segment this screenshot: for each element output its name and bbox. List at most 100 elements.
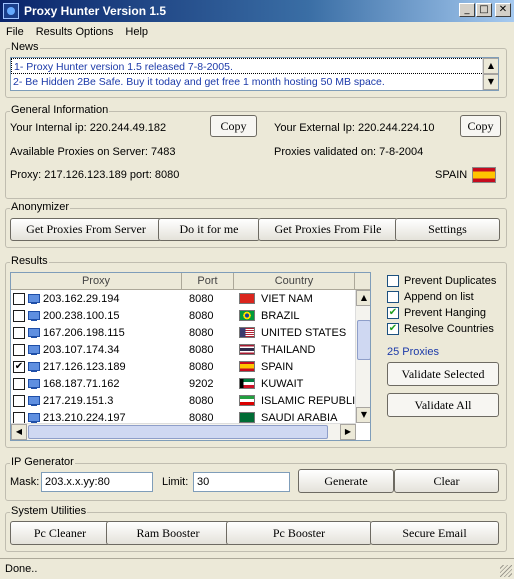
prevent-hanging-checkbox[interactable]: ✔ [387,307,399,319]
menu-help[interactable]: Help [119,26,154,38]
flag-icon [239,412,255,424]
append-on-list-label: Append on list [404,291,474,303]
proxy-port: 8080 [189,292,214,305]
copy-external-ip-button[interactable]: Copy [460,115,501,137]
column-port[interactable]: Port [182,273,234,289]
prevent-duplicates-label: Prevent Duplicates [404,275,497,287]
minimize-button[interactable]: _ [459,3,475,17]
resize-grip-icon[interactable] [500,565,512,577]
computer-icon [27,327,41,338]
clear-button[interactable]: Clear [394,469,499,493]
row-checkbox[interactable] [13,411,25,424]
flag-icon [239,327,255,339]
news-list[interactable]: 1- Proxy Hunter version 1.5 released 7-8… [10,57,499,91]
status-bar: Done.. [0,558,514,579]
prevent-hanging-option[interactable]: ✔ Prevent Hanging [387,307,486,319]
news-legend: News [10,41,40,53]
spain-flag-icon [472,167,496,183]
mask-input[interactable]: 203.x.x.yy:80 [41,472,153,492]
get-proxies-from-file-button[interactable]: Get Proxies From File [258,218,398,241]
table-row[interactable]: 168.187.71.162 9202 KUWAIT [11,375,370,392]
prevent-duplicates-checkbox[interactable] [387,275,399,287]
validated-on: Proxies validated on: 7-8-2004 [274,146,424,158]
table-row[interactable]: 200.238.100.15 8080 BRAZIL [11,307,370,324]
results-vertical-scrollbar[interactable]: ▲ ▼ [355,290,370,423]
results-horizontal-scrollbar[interactable]: ◀ ▶ [11,423,356,440]
append-on-list-checkbox[interactable] [387,291,399,303]
append-on-list-option[interactable]: Append on list [387,291,474,303]
row-checkbox[interactable]: ✔ [13,360,25,373]
ram-booster-button[interactable]: Ram Booster [106,521,230,545]
prevent-duplicates-option[interactable]: Prevent Duplicates [387,275,496,287]
validate-selected-button[interactable]: Validate Selected [387,362,499,386]
settings-button[interactable]: Settings [395,218,500,241]
resolve-countries-option[interactable]: ✔ Resolve Countries [387,323,494,335]
available-proxies: Available Proxies on Server: 7483 [10,146,176,158]
proxy-ip: 213.210.224.197 [43,411,126,424]
table-row[interactable]: 167.206.198.115 8080 UNITED STATES [11,324,370,341]
validate-all-button[interactable]: Validate All [387,393,499,417]
pc-cleaner-button[interactable]: Pc Cleaner [10,521,110,545]
menu-file[interactable]: File [0,26,30,38]
results-list[interactable]: Proxy Port Country 203.162.29.194 8080 V… [10,272,371,441]
scroll-down-icon[interactable]: ▼ [483,74,498,90]
current-country: SPAIN [435,169,468,181]
flag-icon [239,395,255,407]
pc-booster-button[interactable]: Pc Booster [226,521,372,545]
resolve-countries-label: Resolve Countries [404,323,494,335]
row-checkbox[interactable] [13,377,25,390]
proxy-port: 8080 [189,394,214,407]
secure-email-button[interactable]: Secure Email [370,521,499,545]
get-proxies-from-server-button[interactable]: Get Proxies From Server [10,218,162,241]
general-info-legend: General Information [10,104,110,116]
resolve-countries-checkbox[interactable]: ✔ [387,323,399,335]
row-checkbox[interactable] [13,326,25,339]
scroll-left-icon[interactable]: ◀ [11,424,27,440]
news-line-1[interactable]: 1- Proxy Hunter version 1.5 released 7-8… [11,58,498,74]
scroll-up-icon[interactable]: ▲ [356,290,370,306]
limit-input[interactable]: 30 [193,472,290,492]
anonymizer-legend: Anonymizer [10,201,71,213]
row-checkbox[interactable] [13,292,25,305]
proxy-port: 8080 [189,309,214,322]
row-checkbox[interactable] [13,343,25,356]
proxy-port: 8080 [189,411,214,424]
scroll-right-icon[interactable]: ▶ [340,424,356,440]
table-row[interactable]: ✔ 217.126.123.189 8080 SPAIN [11,358,370,375]
scroll-down-icon[interactable]: ▼ [356,407,370,423]
do-it-for-me-button[interactable]: Do it for me [158,218,260,241]
menu-bar: File Results Options Help [0,22,514,41]
ip-generator-legend: IP Generator [10,456,75,468]
prevent-hanging-label: Prevent Hanging [404,307,486,319]
column-proxy[interactable]: Proxy [11,273,182,289]
row-checkbox[interactable] [13,394,25,407]
status-text: Done.. [5,563,38,575]
maximize-button[interactable]: □ [476,3,492,17]
generate-button[interactable]: Generate [298,469,394,493]
scroll-thumb[interactable] [357,320,370,360]
computer-icon [27,293,41,304]
news-scrollbar[interactable]: ▲ ▼ [482,58,498,90]
window-title: Proxy Hunter Version 1.5 [24,4,167,18]
scroll-thumb[interactable] [28,425,328,439]
table-row[interactable]: 203.162.29.194 8080 VIET NAM [11,290,370,307]
column-country[interactable]: Country [234,273,355,289]
system-utilities-legend: System Utilities [10,505,88,517]
copy-internal-ip-button[interactable]: Copy [210,115,257,137]
close-button[interactable]: ✕ [495,3,511,17]
scroll-up-icon[interactable]: ▲ [483,58,498,74]
row-checkbox[interactable] [13,309,25,322]
computer-icon [27,310,41,321]
mask-label: Mask: [10,476,40,488]
menu-results-options[interactable]: Results Options [30,26,120,38]
proxy-country: VIET NAM [261,292,313,305]
flag-icon [239,293,255,305]
news-line-2[interactable]: 2- Be Hidden 2Be Safe. Buy it today and … [11,74,498,90]
proxy-country: THAILAND [261,343,316,356]
table-row[interactable]: 203.107.174.34 8080 THAILAND [11,341,370,358]
proxy-ip: 167.206.198.115 [43,326,125,339]
proxy-ip: 168.187.71.162 [43,377,120,390]
table-row[interactable]: 217.219.151.3 8080 ISLAMIC REPUBLIC [11,392,370,409]
results-header: Proxy Port Country [11,273,370,290]
proxy-ip: 203.162.29.194 [43,292,120,305]
